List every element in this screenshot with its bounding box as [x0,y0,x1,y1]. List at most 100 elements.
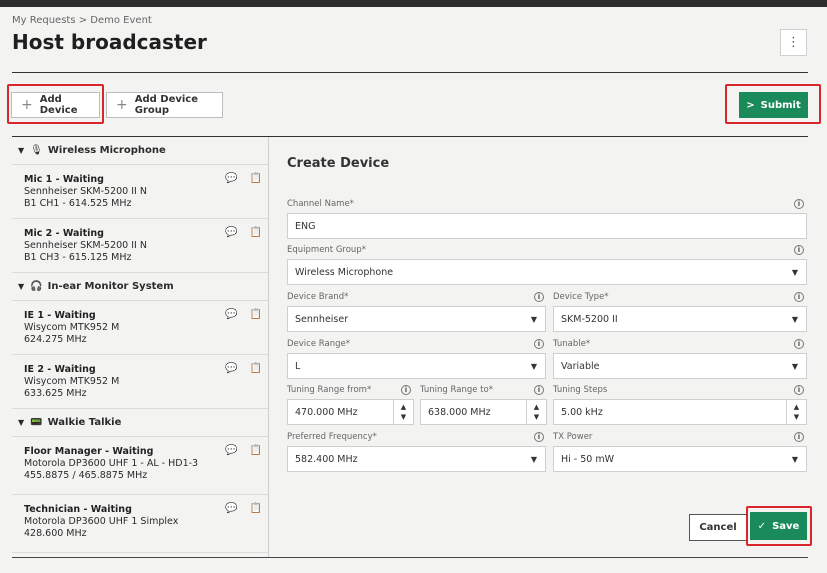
device-brand-label: Device Brand* [287,292,349,302]
device-list: ▼ 🎙 Wireless Microphone Mic 1 - Waiting … [12,137,268,557]
copy-icon[interactable]: 📋 [250,227,262,239]
device-model: Wisycom MTK952 M [24,376,120,387]
device-frequency: 428.600 MHz [24,528,87,539]
info-icon[interactable]: i [534,292,544,302]
add-device-group-button[interactable]: + Add Device Group [106,92,223,118]
chevron-down-icon: ▼ [530,362,537,371]
info-icon[interactable]: i [794,432,804,442]
tx-power-value: Hi - 50 mW [561,453,615,465]
chevron-down-icon: ▼ [791,268,798,277]
device-brand-value: Sennheiser [295,313,349,325]
device-frequency: B1 CH3 - 615.125 MHz [24,252,132,263]
tunable-value: Variable [561,360,600,372]
tuning-to-value: 638.000 MHz [428,406,491,418]
more-menu-icon[interactable]: ⋮ [780,29,807,56]
info-icon[interactable]: i [794,199,804,209]
walkie-talkie-icon: 📟 [30,417,43,428]
caret-down-icon[interactable]: ▼ [18,282,24,291]
preferred-frequency-label: Preferred Frequency* [287,432,377,442]
list-item[interactable]: Mic 1 - Waiting Sennheiser SKM-5200 II N… [12,165,268,219]
pane-divider [268,137,269,557]
info-icon[interactable]: i [401,385,411,395]
device-type-select[interactable]: SKM-5200 II ▼ [553,306,807,332]
breadcrumb[interactable]: My Requests > Demo Event [12,15,152,26]
form-title: Create Device [287,156,390,171]
list-item[interactable]: IE 2 - Waiting Wisycom MTK952 M 633.625 … [12,355,268,409]
copy-icon[interactable]: 📋 [250,503,262,515]
tunable-select[interactable]: Variable ▼ [553,353,807,379]
chevron-right-icon: > [746,99,755,111]
group-label: In-ear Monitor System [47,281,174,292]
caret-down-icon[interactable]: ▼ [18,146,24,155]
info-icon[interactable]: i [794,339,804,349]
copy-icon[interactable]: 📋 [250,445,262,457]
plus-icon: + [116,97,128,113]
comments-icon[interactable]: 💬 [225,363,237,375]
tuning-steps-stepper[interactable]: 5.00 kHz ▲ ▼ [553,399,807,425]
add-device-button[interactable]: + Add Device [11,92,100,118]
spinner-icon[interactable]: ▲ ▼ [393,400,413,424]
comments-icon[interactable]: 💬 [225,227,237,239]
tunable-label: Tunable* [553,339,591,349]
channel-name-label: Channel Name* [287,199,354,209]
device-frequency: 455.8875 / 465.8875 MHz [24,470,148,481]
list-item[interactable]: Mic 2 - Waiting Sennheiser SKM-5200 II N… [12,219,268,273]
comments-icon[interactable]: 💬 [225,309,237,321]
tx-power-select[interactable]: Hi - 50 mW ▼ [553,446,807,472]
group-label: Walkie Talkie [47,417,122,428]
preferred-frequency-value: 582.400 MHz [295,453,358,465]
group-walkie-talkie[interactable]: ▼ 📟 Walkie Talkie [12,409,268,437]
channel-name-input[interactable]: ENG [287,213,807,239]
device-range-select[interactable]: L ▼ [287,353,546,379]
info-icon[interactable]: i [534,385,544,395]
device-model: Sennheiser SKM-5200 II N [24,186,147,197]
page-title: Host broadcaster [12,30,207,54]
device-frequency: B1 CH1 - 614.525 MHz [24,198,132,209]
equipment-group-label: Equipment Group* [287,245,366,255]
comments-icon[interactable]: 💬 [225,445,237,457]
group-label: Wireless Microphone [47,145,166,156]
info-icon[interactable]: i [794,292,804,302]
copy-icon[interactable]: 📋 [250,173,262,185]
comments-icon[interactable]: 💬 [225,173,237,185]
cancel-button[interactable]: Cancel [689,514,747,541]
chevron-down-icon: ▼ [791,362,798,371]
device-type-value: SKM-5200 II [561,313,618,325]
device-range-label: Device Range* [287,339,350,349]
info-icon[interactable]: i [794,245,804,255]
save-label: Save [772,520,800,532]
spinner-icon[interactable]: ▲ ▼ [526,400,546,424]
spinner-icon[interactable]: ▲ ▼ [786,400,806,424]
checkmark-icon: ✓ [757,520,767,532]
device-frequency: 633.625 MHz [24,388,87,399]
chevron-down-icon: ▼ [530,315,537,324]
info-icon[interactable]: i [794,385,804,395]
copy-icon[interactable]: 📋 [250,363,262,375]
tuning-steps-label: Tuning Steps [553,385,608,395]
group-wireless-microphone[interactable]: ▼ 🎙 Wireless Microphone [12,137,268,165]
save-button[interactable]: ✓ Save [750,512,807,540]
list-item[interactable]: Technician - Waiting Motorola DP3600 UHF… [12,495,268,553]
device-model: Wisycom MTK952 M [24,322,120,333]
group-in-ear-monitor[interactable]: ▼ 🎧 In-ear Monitor System [12,273,268,301]
copy-icon[interactable]: 📋 [250,309,262,321]
chevron-down-icon: ▼ [530,455,537,464]
tuning-to-stepper[interactable]: 638.000 MHz ▲ ▼ [420,399,547,425]
footer-divider [12,557,808,558]
device-model: Sennheiser SKM-5200 II N [24,240,147,251]
chevron-down-icon: ▼ [791,315,798,324]
preferred-frequency-select[interactable]: 582.400 MHz ▼ [287,446,546,472]
device-brand-select[interactable]: Sennheiser ▼ [287,306,546,332]
caret-down-icon[interactable]: ▼ [18,418,24,427]
info-icon[interactable]: i [534,339,544,349]
equipment-group-select[interactable]: Wireless Microphone ▼ [287,259,807,285]
list-item[interactable]: IE 1 - Waiting Wisycom MTK952 M 624.275 … [12,301,268,355]
comments-icon[interactable]: 💬 [225,503,237,515]
info-icon[interactable]: i [534,432,544,442]
list-item[interactable]: Floor Manager - Waiting Motorola DP3600 … [12,437,268,495]
add-device-label: Add Device [39,94,78,116]
tuning-from-stepper[interactable]: 470.000 MHz ▲ ▼ [287,399,414,425]
submit-button[interactable]: > Submit [739,92,808,118]
chevron-down-icon: ▼ [791,455,798,464]
tx-power-label: TX Power [553,432,593,442]
